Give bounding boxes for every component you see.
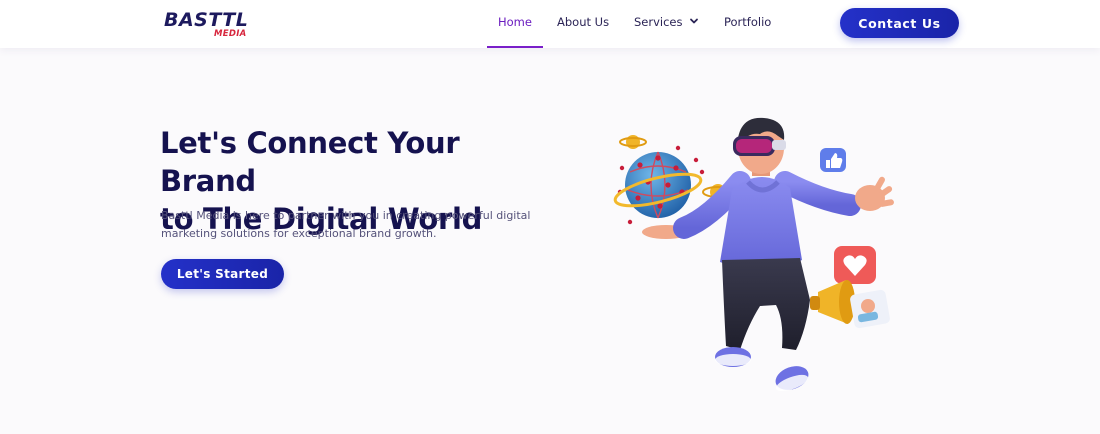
nav-item-about-us[interactable]: About Us — [557, 0, 609, 48]
hero-description: Basttl Media is here to partner with you… — [161, 207, 541, 243]
nav-item-services[interactable]: Services — [634, 0, 699, 48]
heart-icon — [834, 246, 876, 284]
chevron-down-icon — [689, 18, 698, 23]
hero-title-line-1: Let's Connect Your Brand — [160, 126, 460, 198]
hand-icon — [855, 176, 894, 211]
thumbs-up-icon — [820, 148, 846, 172]
globe-icon — [613, 145, 705, 225]
hero-description-line-2: marketing solutions for exceptional bran… — [161, 227, 437, 240]
hero-description-line-1: Basttl Media is here to partner with you… — [161, 209, 531, 222]
photo-card-icon — [850, 289, 890, 329]
nav-item-portfolio[interactable]: Portfolio — [724, 0, 771, 48]
vr-person-with-globe-illustration — [613, 117, 894, 392]
nav-item-services-label: Services — [634, 15, 683, 29]
megaphone-icon — [810, 280, 855, 324]
nav-item-home[interactable]: Home — [487, 0, 543, 48]
lets-started-button[interactable]: Let's Started — [161, 259, 284, 289]
contact-us-button[interactable]: Contact Us — [840, 8, 959, 38]
planet-icon — [619, 135, 647, 149]
top-navbar: BASTTL MEDIA Home About Us Services Port… — [0, 0, 1100, 48]
